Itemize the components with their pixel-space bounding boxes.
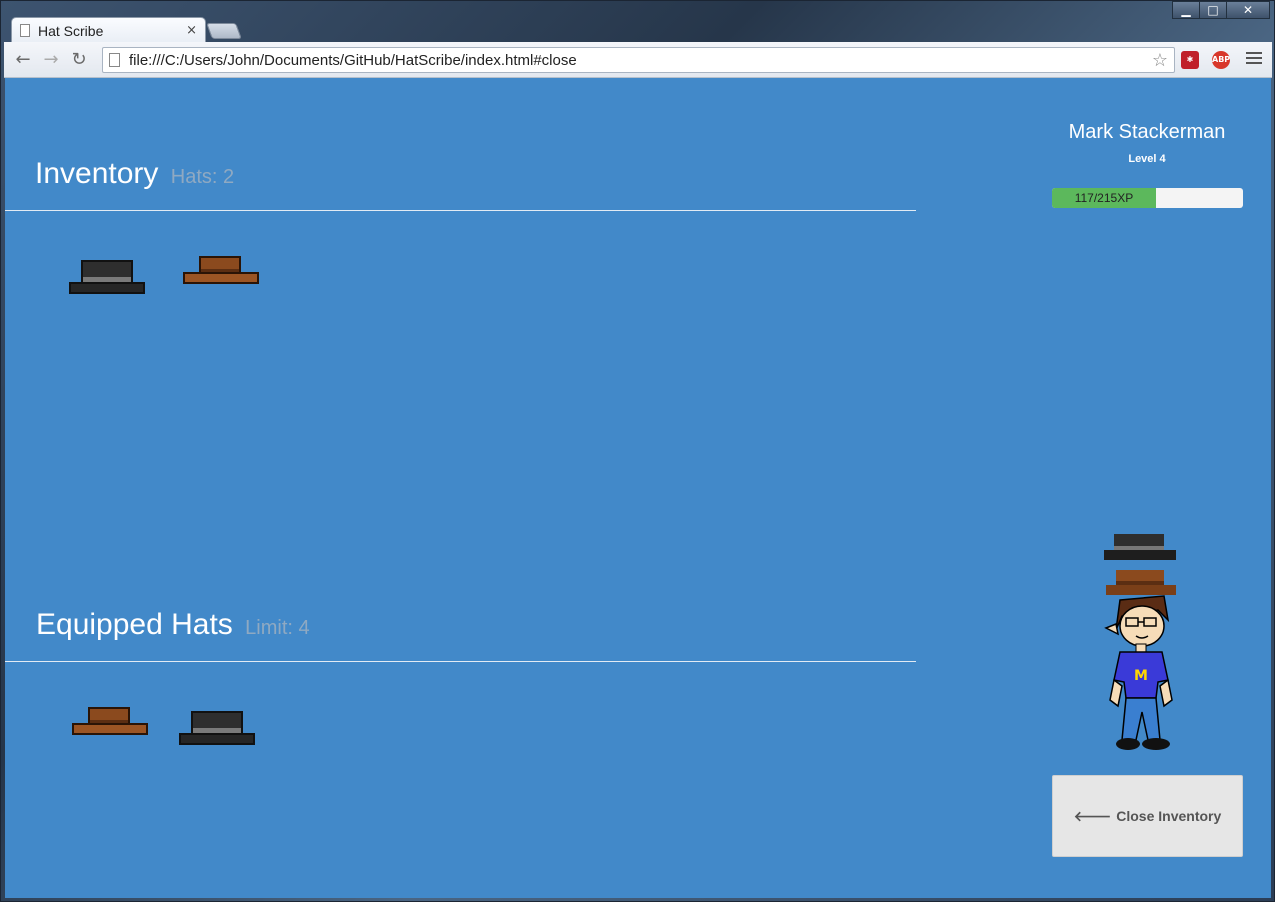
inventory-hat-2[interactable] bbox=[179, 252, 263, 302]
tab-title: Hat Scribe bbox=[38, 22, 104, 39]
player-avatar: M bbox=[1104, 534, 1176, 750]
inventory-count: Hats: 2 bbox=[170, 166, 235, 188]
close-inventory-button[interactable]: 🡐 Close Inventory bbox=[1052, 775, 1243, 857]
hat-brim bbox=[185, 274, 257, 282]
bookmark-star-icon[interactable]: ☆ bbox=[1152, 50, 1168, 71]
page-icon bbox=[109, 53, 120, 67]
inventory-title: Inventory bbox=[35, 157, 159, 190]
hat-band bbox=[193, 728, 241, 733]
browser-window: ▁ □ ✕ Hat Scribe × ← → ↻ ☆ ✱ ABP Invento… bbox=[0, 0, 1275, 902]
reload-icon[interactable]: ↻ bbox=[68, 50, 90, 70]
back-icon[interactable]: ← bbox=[12, 50, 34, 70]
xp-label: 117/215XP bbox=[1074, 191, 1134, 205]
hat-brim bbox=[71, 284, 143, 292]
inventory-divider bbox=[5, 210, 916, 211]
window-close-button[interactable]: ✕ bbox=[1226, 1, 1270, 19]
hat-brim bbox=[74, 725, 146, 733]
avatar-hat-black bbox=[1104, 534, 1176, 560]
maximize-button[interactable]: □ bbox=[1199, 1, 1227, 19]
window-controls: ▁ □ ✕ bbox=[1172, 1, 1270, 19]
arrow-left-icon: 🡐 bbox=[1073, 808, 1112, 825]
hat-band bbox=[83, 277, 131, 282]
inventory-hat-1[interactable] bbox=[65, 256, 149, 306]
page-content: Inventory Hats: 2 Equipped Hats Limit: 4… bbox=[5, 78, 1271, 898]
equipped-limit: Limit: 4 bbox=[245, 617, 310, 639]
equipped-hat-2[interactable] bbox=[175, 707, 259, 757]
close-inventory-label: Close Inventory bbox=[1116, 808, 1222, 824]
equipped-heading: Equipped Hats Limit: 4 bbox=[36, 608, 310, 642]
browser-toolbar: ← → ↻ ☆ ✱ ABP bbox=[4, 42, 1272, 78]
tab-close-icon[interactable]: × bbox=[186, 23, 197, 38]
inventory-heading: Inventory Hats: 2 bbox=[35, 157, 234, 191]
lastpass-icon[interactable]: ✱ bbox=[1181, 51, 1199, 69]
player-name: Mark Stackerman bbox=[1068, 121, 1226, 143]
equipped-hat-1[interactable] bbox=[68, 703, 152, 753]
minimize-button[interactable]: ▁ bbox=[1172, 1, 1200, 19]
url-input[interactable] bbox=[129, 51, 1152, 69]
adblock-plus-icon[interactable]: ABP bbox=[1212, 51, 1230, 69]
browser-tab[interactable]: Hat Scribe × bbox=[11, 17, 206, 43]
new-tab-button[interactable] bbox=[206, 23, 242, 39]
player-level: Level 4 bbox=[1128, 153, 1166, 165]
equipped-title: Equipped Hats bbox=[36, 608, 233, 641]
address-bar[interactable]: ☆ bbox=[102, 47, 1175, 73]
xp-progress-fill: 117/215XP bbox=[1052, 188, 1156, 208]
xp-progress-bar: 117/215XP bbox=[1052, 188, 1243, 208]
avatar-hat-brown bbox=[1106, 570, 1176, 595]
equipped-divider bbox=[5, 661, 916, 662]
svg-text:M: M bbox=[1134, 668, 1148, 684]
page-icon bbox=[20, 24, 30, 37]
browser-menu-icon[interactable] bbox=[1246, 52, 1262, 66]
hat-brim bbox=[181, 735, 253, 743]
forward-icon[interactable]: → bbox=[40, 50, 62, 70]
